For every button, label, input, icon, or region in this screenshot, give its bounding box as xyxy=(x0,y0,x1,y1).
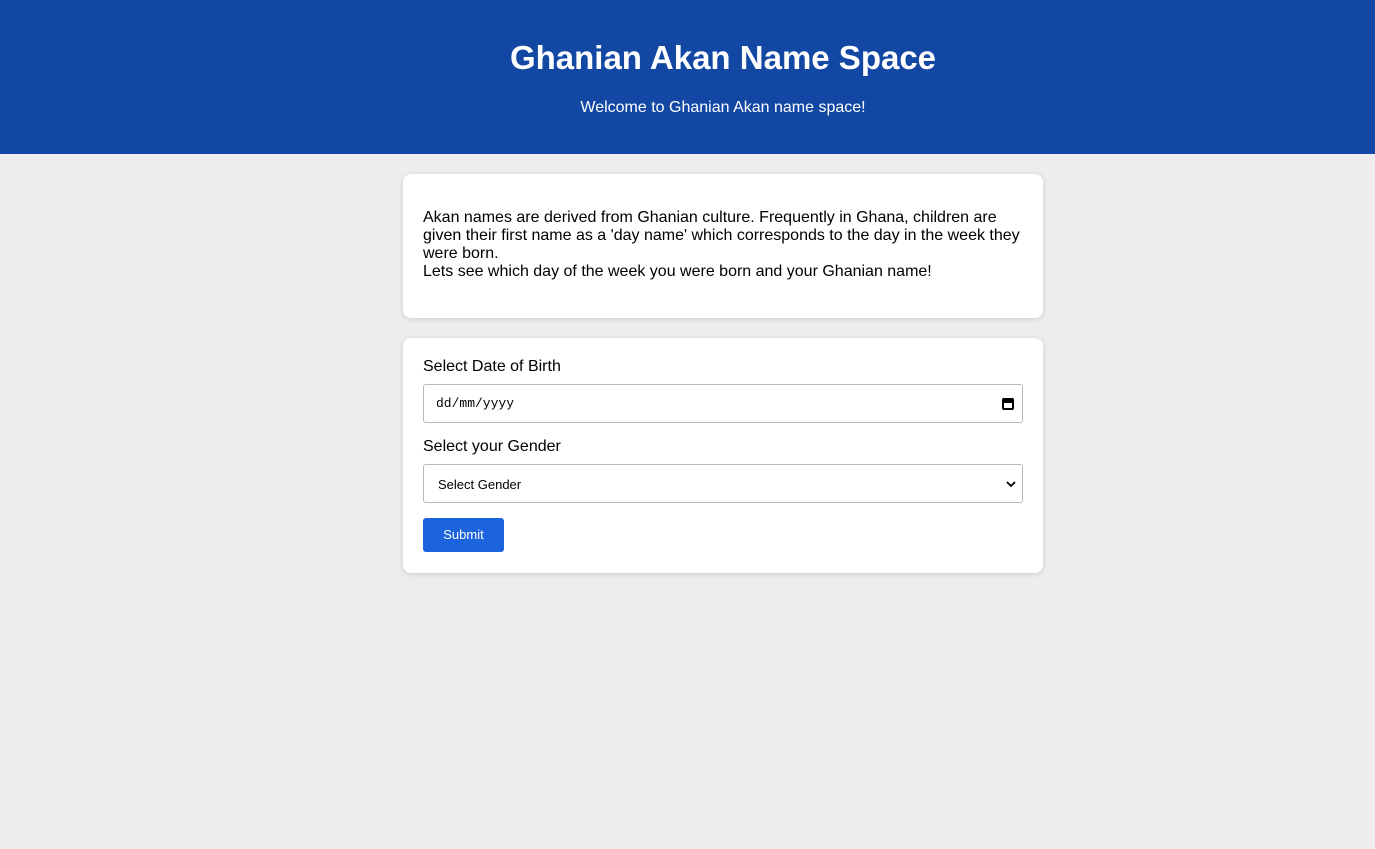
dob-placeholder: dd/mm/yyyy xyxy=(436,396,515,411)
intro-text: Akan names are derived from Ghanian cult… xyxy=(423,209,1023,281)
dob-date-input[interactable]: dd/mm/yyyy xyxy=(423,384,1023,423)
name-form-card: Select Date of Birth dd/mm/yyyy Select y… xyxy=(403,338,1043,573)
intro-card: Akan names are derived from Ghanian cult… xyxy=(403,174,1043,318)
intro-line-2: Lets see which day of the week you were … xyxy=(423,263,932,280)
page-header: Ghanian Akan Name Space Welcome to Ghani… xyxy=(0,0,1375,154)
dob-label: Select Date of Birth xyxy=(423,358,561,375)
gender-label: Select your Gender xyxy=(423,438,561,455)
header-content: Ghanian Akan Name Space Welcome to Ghani… xyxy=(403,0,1043,154)
page-title: Ghanian Akan Name Space xyxy=(509,39,937,76)
chevron-down-icon xyxy=(1006,481,1016,488)
gender-select-value: Select Gender xyxy=(438,477,522,492)
calendar-icon[interactable] xyxy=(1002,398,1014,410)
gender-select[interactable]: Select Gender xyxy=(423,464,1023,503)
submit-button[interactable]: Submit xyxy=(423,518,504,552)
page-subtitle: Welcome to Ghanian Akan name space! xyxy=(580,99,866,116)
intro-line-1: Akan names are derived from Ghanian cult… xyxy=(423,209,1020,262)
